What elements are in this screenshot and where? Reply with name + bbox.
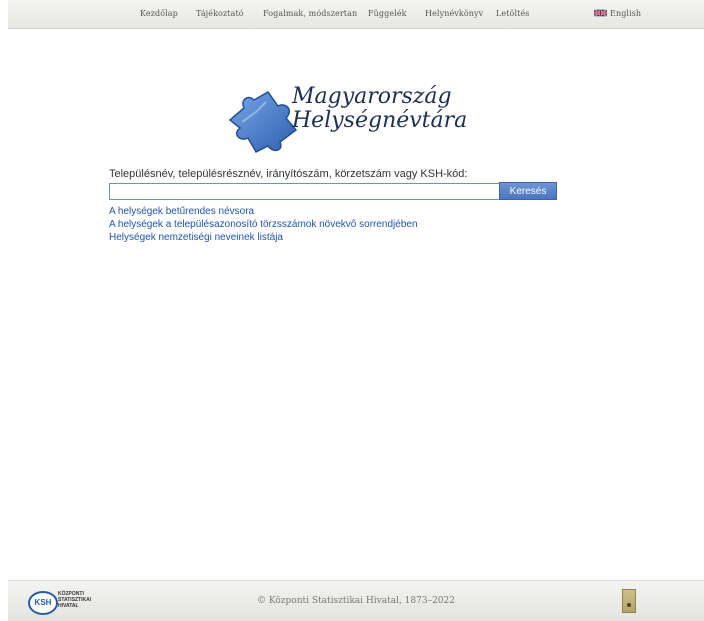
search-label: Településnév, településrésznév, irányító… bbox=[109, 168, 468, 180]
nav-helynevkonyv[interactable]: Helynévkönyv bbox=[425, 9, 483, 18]
search-button[interactable]: Keresés bbox=[499, 182, 557, 200]
nav-fogalmak-modszertan[interactable]: Fogalmak, módszertan bbox=[263, 9, 357, 18]
footer: KSH KÖZPONTI STATISZTIKAI HIVATAL © Közp… bbox=[8, 580, 704, 621]
nav-english[interactable]: English bbox=[594, 9, 641, 18]
puzzle-piece-icon bbox=[228, 91, 298, 153]
nav-kezdolap[interactable]: Kezdőlap bbox=[140, 9, 178, 18]
link-nationality-names[interactable]: Helységek nemzetiségi neveinek listája bbox=[109, 231, 418, 244]
copyright-text: © Központi Statisztikai Hivatal, 1873–20… bbox=[257, 596, 455, 606]
site-logo[interactable]: Magyarország Helységnévtára bbox=[222, 84, 467, 156]
logo-line-2: Helységnévtára bbox=[292, 108, 468, 133]
top-navigation: Kezdőlap Tájékoztató Fogalmak, módszerta… bbox=[8, 0, 704, 29]
uk-flag-icon bbox=[594, 9, 607, 17]
nav-english-label: English bbox=[610, 9, 642, 18]
nav-fuggelek[interactable]: Függelék bbox=[368, 9, 407, 18]
logo-line-1: Magyarország bbox=[292, 84, 452, 109]
quick-links: A helységek betűrendes névsora A helység… bbox=[109, 205, 418, 244]
search-input[interactable] bbox=[109, 183, 503, 200]
nav-tajekoztato[interactable]: Tájékoztató bbox=[196, 9, 244, 18]
nav-letoltes[interactable]: Letöltés bbox=[496, 9, 530, 18]
link-id-ordered-list[interactable]: A helységek a településazonosító törzssz… bbox=[109, 218, 418, 231]
link-alphabetical-list[interactable]: A helységek betűrendes névsora bbox=[109, 205, 418, 218]
page: Kezdőlap Tájékoztató Fogalmak, módszerta… bbox=[8, 0, 704, 621]
book-icon[interactable] bbox=[622, 589, 636, 613]
